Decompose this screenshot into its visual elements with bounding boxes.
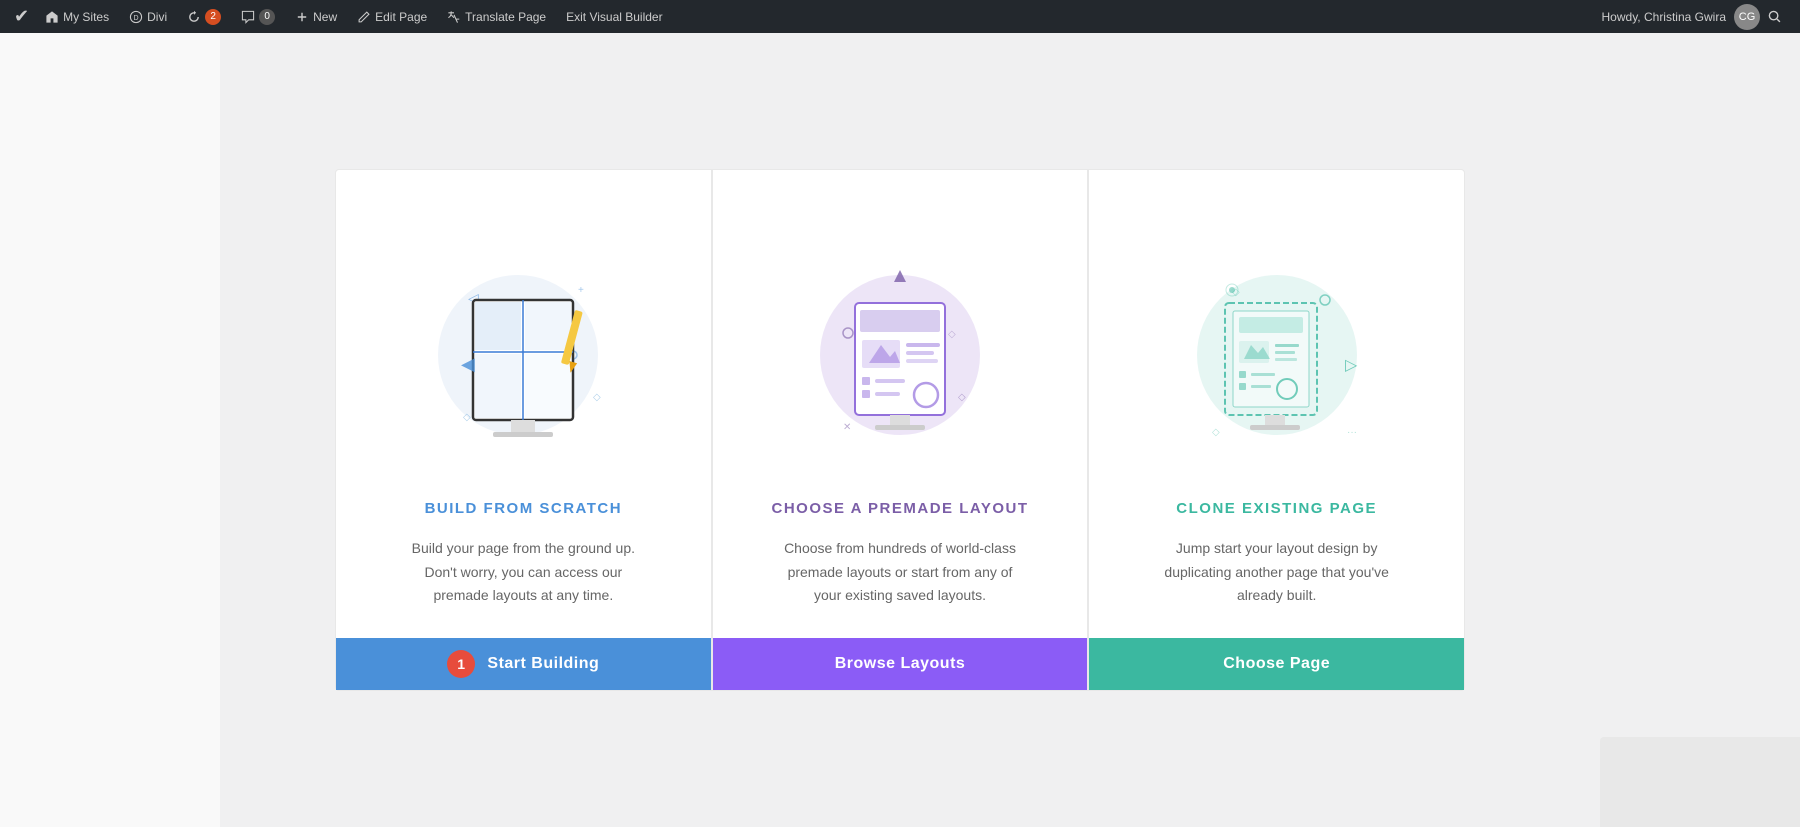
build-from-scratch-svg: + ◁ ◇ ◇ <box>423 225 623 445</box>
refresh-icon <box>187 10 201 24</box>
svg-text:◇: ◇ <box>463 412 471 423</box>
new-label: New <box>313 10 337 24</box>
start-building-badge: 1 <box>447 650 475 678</box>
card-2-illustration: ◇ ✕ ◇ <box>713 170 1088 500</box>
choose-page-label: Choose Page <box>1223 655 1330 673</box>
admin-bar-updates[interactable]: 2 <box>177 0 231 33</box>
admin-bar-new[interactable]: New <box>285 0 347 33</box>
edit-icon <box>357 10 371 24</box>
home-icon <box>45 10 59 24</box>
card-1-body: BUILD FROM SCRATCH Build your page from … <box>336 500 711 638</box>
main-content: + ◁ ◇ ◇ <box>0 33 1800 827</box>
browse-layouts-label: Browse Layouts <box>835 655 966 673</box>
card-build-from-scratch: + ◁ ◇ ◇ <box>335 169 712 691</box>
comment-icon <box>241 10 255 24</box>
card-2-title: CHOOSE A PREMADE LAYOUT <box>771 500 1028 517</box>
svg-text:+: + <box>578 285 584 296</box>
admin-bar-translate[interactable]: Translate Page <box>437 0 556 33</box>
svg-text:◇: ◇ <box>948 329 956 340</box>
card-3-description: Jump start your layout design by duplica… <box>1109 537 1444 608</box>
card-choose-premade-layout: ◇ ✕ ◇ <box>712 169 1089 691</box>
card-clone-existing-page: ◇ ▷ ◇ ··· <box>1088 169 1465 691</box>
translate-label: Translate Page <box>465 10 546 24</box>
user-greeting: Howdy, Christina Gwira <box>1602 10 1726 24</box>
admin-bar-comments[interactable]: 0 <box>231 0 285 33</box>
card-1-description: Build your page from the ground up. Don'… <box>356 537 691 608</box>
comments-badge: 0 <box>259 9 275 25</box>
edit-page-label: Edit Page <box>375 10 427 24</box>
plus-icon <box>295 10 309 24</box>
choose-layout-svg: ◇ ✕ ◇ <box>800 225 1000 445</box>
exit-builder-label: Exit Visual Builder <box>566 10 663 24</box>
card-1-illustration: + ◁ ◇ ◇ <box>336 170 711 500</box>
svg-text:◇: ◇ <box>593 392 601 403</box>
svg-text:✕: ✕ <box>843 422 851 433</box>
svg-text:···: ··· <box>1347 427 1357 438</box>
search-icon[interactable] <box>1768 10 1782 24</box>
svg-text:◇: ◇ <box>958 392 966 403</box>
admin-bar-edit-page[interactable]: Edit Page <box>347 0 437 33</box>
start-building-button[interactable]: 1 Start Building <box>336 638 711 690</box>
card-2-body: CHOOSE A PREMADE LAYOUT Choose from hund… <box>713 500 1088 638</box>
divi-label: Divi <box>147 10 167 24</box>
card-3-title: CLONE EXISTING PAGE <box>1176 500 1377 517</box>
admin-bar-exit-builder[interactable]: Exit Visual Builder <box>556 0 673 33</box>
svg-text:◇: ◇ <box>1212 427 1220 438</box>
card-2-description: Choose from hundreds of world-class prem… <box>733 537 1068 608</box>
avatar: CG <box>1734 4 1760 30</box>
translate-icon <box>447 10 461 24</box>
admin-bar-mysites[interactable]: My Sites <box>35 0 119 33</box>
wp-logo-icon: ✔ <box>8 6 35 27</box>
card-3-illustration: ◇ ▷ ◇ ··· <box>1089 170 1464 500</box>
mysites-label: My Sites <box>63 10 109 24</box>
svg-text:▷: ▷ <box>1345 357 1358 374</box>
sidebar-hint <box>0 33 220 827</box>
card-3-body: CLONE EXISTING PAGE Jump start your layo… <box>1089 500 1464 638</box>
cards-container: + ◁ ◇ ◇ <box>335 169 1465 691</box>
admin-bar-right: Howdy, Christina Gwira CG <box>1602 4 1792 30</box>
admin-bar: ✔ My Sites D Divi 2 0 New Edit Page Tran… <box>0 0 1800 33</box>
start-building-label: Start Building <box>487 655 599 673</box>
divi-icon: D <box>129 10 143 24</box>
card-1-title: BUILD FROM SCRATCH <box>425 500 623 517</box>
updates-badge: 2 <box>205 9 221 25</box>
browse-layouts-button[interactable]: Browse Layouts <box>713 638 1088 690</box>
svg-text:D: D <box>134 14 139 21</box>
admin-bar-divi[interactable]: D Divi <box>119 0 177 33</box>
choose-page-button[interactable]: Choose Page <box>1089 638 1464 690</box>
scrollbar-hint <box>1600 737 1800 827</box>
clone-page-svg: ◇ ▷ ◇ ··· <box>1177 225 1377 445</box>
svg-text:◀: ◀ <box>461 354 475 374</box>
